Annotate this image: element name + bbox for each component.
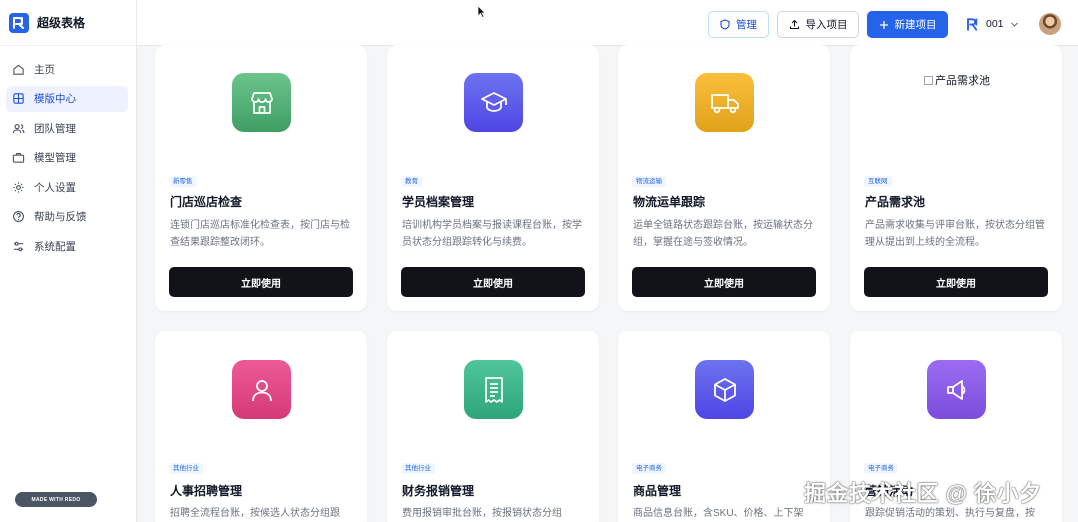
sidebar-item-label: 模版中心	[34, 93, 76, 105]
card-tag: 电子商务	[632, 463, 666, 474]
template-card-expense[interactable]: 其他行业 财务报销管理 费用报销审批台账，按报销状态分组	[387, 331, 599, 522]
made-with-badge[interactable]: MADE WITH REDO	[15, 492, 97, 507]
card-description: 运单全链路状态跟踪台账，按运输状态分组，掌握在途与签收情况。	[633, 220, 813, 248]
card-title: 产品需求池	[865, 195, 926, 209]
shield-icon	[720, 19, 730, 30]
user-icon	[251, 379, 272, 401]
home-icon	[13, 64, 24, 75]
template-card-requirements-pool[interactable]: 产品需求池 互联网 产品需求池 产品需求收集与评审台账，按状态分组管理从提出到上…	[850, 45, 1062, 311]
use-template-button[interactable]: 立即使用	[864, 267, 1048, 297]
admin-label: 管理	[736, 19, 757, 31]
brand[interactable]: 超级表格	[0, 0, 136, 46]
receipt-icon	[484, 376, 503, 403]
card-icon-box	[464, 73, 523, 132]
card-description: 招聘全流程台账，按候选人状态分组跟	[170, 508, 340, 519]
sidebar-item-settings[interactable]: 个人设置	[6, 174, 128, 200]
chevron-down-icon	[1010, 22, 1018, 27]
admin-button[interactable]: 管理	[708, 11, 769, 38]
import-project-button[interactable]: 导入项目	[777, 11, 859, 38]
upload-icon	[789, 19, 799, 30]
sliders-icon	[13, 241, 24, 251]
broken-image-icon	[924, 76, 933, 85]
sidebar-item-label: 个人设置	[34, 181, 76, 194]
card-title: 人事招聘管理	[170, 484, 243, 498]
card-description: 培训机构学员档案与报读课程台账，按学员状态分组跟踪转化与续费。	[402, 220, 582, 248]
avatar[interactable]	[1039, 13, 1061, 35]
sidebar-item-team[interactable]: 团队管理	[6, 115, 128, 141]
app-name: 超级表格	[37, 16, 86, 30]
card-icon-box	[695, 73, 754, 132]
card-description: 费用报销审批台账，按报销状态分组	[402, 508, 562, 519]
card-icon-box	[232, 73, 291, 132]
sidebar-item-help[interactable]: 帮助与反馈	[6, 204, 128, 230]
card-title: 商品管理	[633, 484, 682, 498]
sidebar-item-label: 主页	[34, 63, 55, 76]
new-project-button[interactable]: 新建项目	[867, 11, 948, 38]
template-card-logistics[interactable]: 物流运输 物流运单跟踪 运单全链路状态跟踪台账，按运输状态分组，掌握在途与签收情…	[618, 45, 830, 311]
import-label: 导入项目	[805, 19, 848, 31]
sidebar-item-label: 系统配置	[34, 240, 76, 253]
new-label: 新建项目	[894, 19, 937, 31]
workspace-logo-icon	[967, 17, 978, 31]
card-description: 连锁门店巡店标准化检查表，按门店与检查结果跟踪整改闭环。	[170, 220, 350, 248]
template-card-student-records[interactable]: 教育 学员档案管理 培训机构学员档案与报读课程台账，按学员状态分组跟踪转化与续费…	[387, 45, 599, 311]
grid-icon	[13, 93, 24, 104]
app-logo-icon	[9, 12, 29, 33]
mouse-cursor-icon	[477, 5, 486, 18]
watermark: 掘金技术社区 @ 徐小夕	[804, 481, 1042, 506]
users-icon	[12, 123, 25, 133]
store-icon	[250, 91, 273, 114]
topbar: 管理 导入项目 新建项目 001	[137, 0, 1078, 46]
card-tag: 电子商务	[864, 463, 898, 474]
sidebar-item-system[interactable]: 系统配置	[6, 233, 128, 259]
card-title: 学员档案管理	[402, 195, 475, 209]
card-icon-box	[232, 360, 291, 419]
template-card-products[interactable]: 电子商务 商品管理 商品信息台账，含SKU、价格、上下架	[618, 331, 830, 522]
sidebar-item-models[interactable]: 模型管理	[6, 145, 128, 171]
template-card-recruiting[interactable]: 其他行业 人事招聘管理 招聘全流程台账，按候选人状态分组跟	[155, 331, 367, 522]
card-icon-box	[927, 360, 986, 419]
use-template-button[interactable]: 立即使用	[169, 267, 353, 297]
broken-image: 产品需求池	[924, 73, 994, 89]
help-icon	[13, 211, 24, 222]
card-description: 产品需求收集与评审台账，按状态分组管理从提出到上线的全流程。	[865, 220, 1045, 248]
image-alt-text: 产品需求池	[935, 75, 990, 87]
card-title: 财务报销管理	[402, 484, 475, 498]
card-description: 商品信息台账，含SKU、价格、上下架	[633, 508, 804, 519]
truck-icon	[710, 93, 739, 113]
card-tag: 物流运输	[632, 176, 666, 187]
workspace-name: 001	[986, 18, 1004, 30]
card-icon-box	[695, 360, 754, 419]
workspace-switcher[interactable]: 001	[965, 14, 1019, 34]
sidebar-item-label: 模型管理	[34, 152, 76, 164]
sidebar-item-templates[interactable]: 模版中心	[6, 85, 128, 112]
card-title: 门店巡店检查	[170, 195, 243, 209]
briefcase-icon	[12, 153, 25, 163]
use-template-button[interactable]: 立即使用	[401, 267, 585, 297]
sidebar: 超级表格 主页 模版中心 团队管理 模型管理 个人设置 帮助与反馈 系统配置 M…	[0, 0, 137, 522]
plus-icon	[879, 20, 888, 29]
card-tag: 教育	[401, 176, 422, 187]
use-template-button[interactable]: 立即使用	[632, 267, 816, 297]
card-tag: 新零售	[169, 176, 197, 187]
card-icon-box	[464, 360, 523, 419]
card-tag: 其他行业	[169, 463, 203, 474]
sidebar-item-home[interactable]: 主页	[6, 56, 128, 82]
card-tag: 互联网	[864, 176, 892, 187]
box-icon	[713, 377, 736, 402]
card-tag: 其他行业	[401, 463, 435, 474]
megaphone-icon	[946, 379, 965, 400]
graduation-cap-icon	[480, 91, 507, 112]
made-with-label: MADE WITH REDO	[31, 496, 81, 503]
card-title: 物流运单跟踪	[633, 195, 706, 209]
sidebar-item-label: 团队管理	[34, 122, 76, 135]
gear-icon	[13, 181, 24, 193]
template-card-store-inspection[interactable]: 新零售 门店巡店检查 连锁门店巡店标准化检查表，按门店与检查结果跟踪整改闭环。 …	[155, 45, 367, 311]
sidebar-nav: 主页 模版中心 团队管理 模型管理 个人设置 帮助与反馈 系统配置	[0, 46, 136, 259]
sidebar-item-label: 帮助与反馈	[34, 211, 87, 223]
